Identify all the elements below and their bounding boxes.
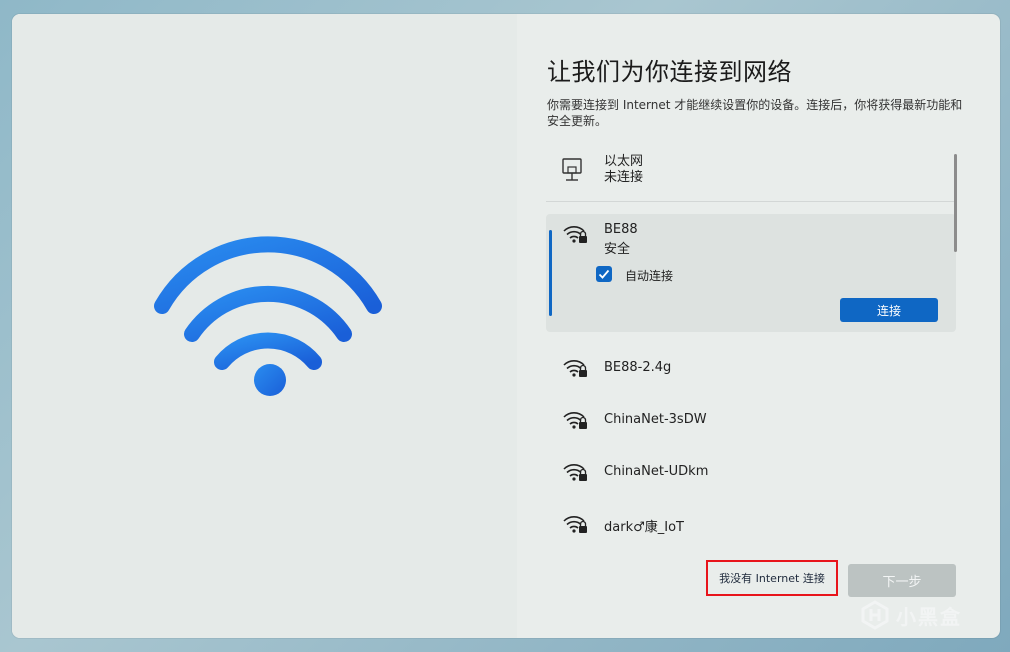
auto-connect-label: 自动连接 [625, 269, 674, 283]
next-button[interactable]: 下一步 [848, 564, 956, 597]
wifi-lock-icon [563, 226, 587, 243]
network-item-be88-2.4g[interactable]: BE88-2.4g [546, 344, 956, 392]
network-name: dark♂康_IoT [604, 520, 684, 535]
network-name: ChinaNet-3sDW [604, 412, 707, 427]
setup-window: 让我们为你连接到网络 你需要连接到 Internet 才能继续设置你的设备。连接… [12, 14, 1000, 638]
watermark: 小黑盒 [860, 600, 962, 630]
wifi-lock-icon [563, 464, 587, 481]
selection-indicator [549, 230, 552, 316]
no-internet-link[interactable]: 我没有 Internet 连接 [706, 560, 838, 596]
network-security: 安全 [604, 242, 631, 257]
ethernet-item[interactable]: 以太网 未连接 [546, 142, 956, 202]
network-list-scrollbar[interactable] [954, 154, 957, 252]
network-item-dark-iot[interactable]: dark♂康_IoT [546, 500, 956, 548]
network-item-be88[interactable]: BE88 安全 自动连接 连接 [546, 214, 956, 332]
wifi-illustration-icon [154, 236, 382, 396]
network-name: BE88 [604, 222, 638, 237]
page-title: 让我们为你连接到网络 [547, 58, 792, 86]
page-description: 你需要连接到 Internet 才能继续设置你的设备。连接后，你将获得最新功能和… [547, 98, 963, 128]
wifi-lock-icon [563, 516, 587, 533]
illustration-panel [12, 14, 517, 638]
wifi-lock-icon [563, 412, 587, 429]
network-name: BE88-2.4g [604, 360, 672, 375]
wifi-lock-icon [563, 360, 587, 377]
watermark-text: 小黑盒 [896, 604, 962, 629]
check-icon [598, 269, 610, 279]
ethernet-icon [562, 158, 582, 181]
network-item-chinanet-3sdw[interactable]: ChinaNet-3sDW [546, 396, 956, 444]
network-name: ChinaNet-UDkm [604, 464, 709, 479]
auto-connect-checkbox[interactable] [596, 266, 612, 282]
network-item-chinanet-udkm[interactable]: ChinaNet-UDkm [546, 448, 956, 496]
network-list[interactable]: 以太网 未连接 BE88 安全 自动连接 连接 BE88-2.4g ChinaN… [546, 142, 956, 535]
ethernet-status: 未连接 [604, 170, 644, 185]
heybox-logo-icon [861, 600, 889, 630]
connect-button[interactable]: 连接 [840, 298, 938, 322]
